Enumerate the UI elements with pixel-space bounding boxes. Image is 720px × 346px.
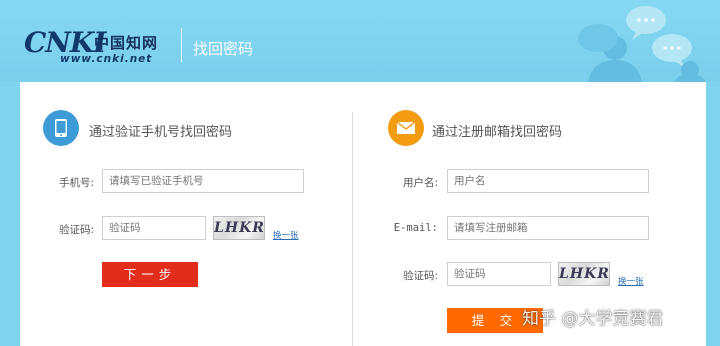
- email-captcha-input[interactable]: [447, 262, 551, 286]
- page-title: 找回密码: [193, 40, 254, 58]
- watermark: 知乎 @大学竞赛君: [522, 309, 664, 329]
- phone-label: 手机号:: [58, 177, 94, 189]
- chat-bubbles-decoration-icon: [578, 6, 706, 82]
- next-step-button[interactable]: 下一步: [102, 262, 198, 287]
- header-divider: [181, 28, 182, 62]
- envelope-icon: [388, 110, 424, 146]
- email-section-title: 通过注册邮箱找回密码: [432, 125, 563, 140]
- phone-section-title: 通过验证手机号找回密码: [89, 125, 233, 140]
- email-captcha-image[interactable]: LHKR: [558, 262, 610, 286]
- phone-captcha-input[interactable]: [102, 216, 206, 240]
- header: CNKI 中国知网 www.cnki.net 找回密码: [0, 0, 720, 82]
- phone-input[interactable]: [102, 169, 304, 193]
- email-captcha-refresh-link[interactable]: 换一张: [618, 275, 644, 287]
- phone-captcha-image[interactable]: LHKR: [213, 216, 265, 240]
- email-input[interactable]: [447, 216, 649, 240]
- phone-captcha-refresh-link[interactable]: 换一张: [273, 229, 299, 241]
- section-divider: [352, 112, 353, 346]
- phone-captcha-label: 验证码:: [58, 224, 94, 236]
- email-captcha-label: 验证码:: [402, 270, 438, 282]
- email-label: E-mail:: [393, 222, 438, 234]
- logo-chinese-name: 中国知网: [94, 34, 159, 52]
- tablet-icon: [43, 110, 79, 146]
- logo-url: www.cnki.net: [60, 53, 153, 65]
- username-label: 用户名:: [402, 177, 438, 189]
- username-input[interactable]: [447, 169, 649, 193]
- cnki-logo[interactable]: CNKI 中国知网 www.cnki.net: [24, 24, 184, 68]
